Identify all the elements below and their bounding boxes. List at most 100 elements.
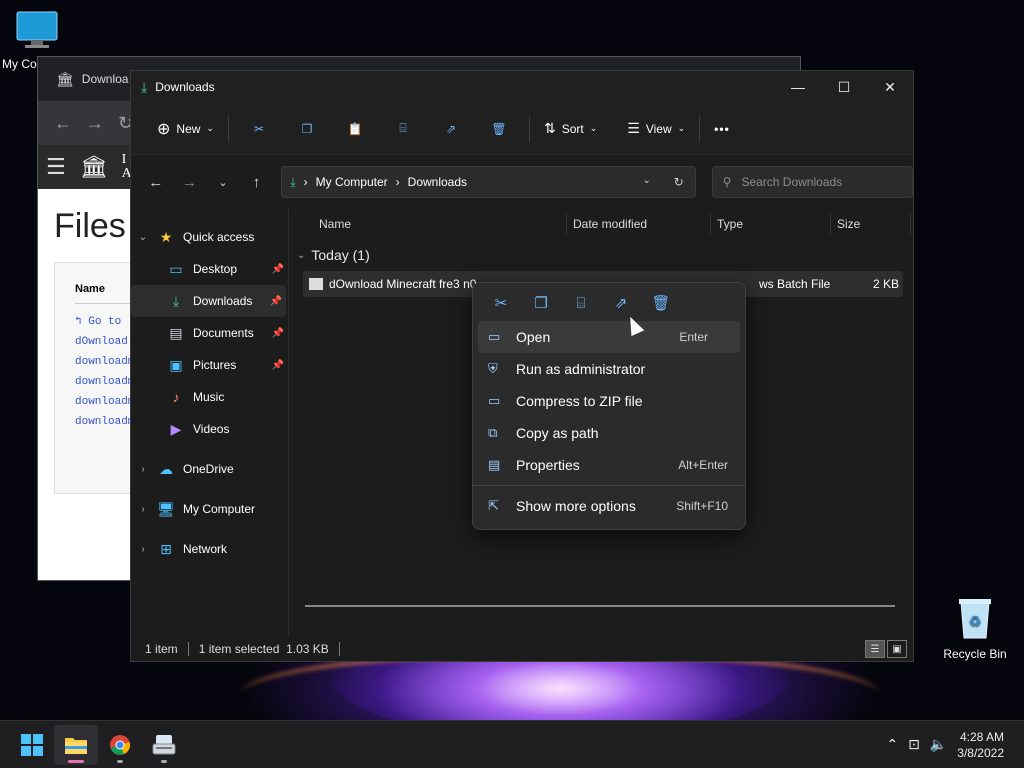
column-header-name[interactable]: Name [319, 213, 567, 235]
chevron-right-icon[interactable]: › [131, 464, 155, 475]
menu-item-shortcut: Shift+F10 [676, 499, 728, 513]
breadcrumb-my-computer[interactable]: My Computer [316, 175, 388, 189]
share-icon: ⇗ [445, 121, 456, 136]
rename-icon[interactable]: ⌸ [561, 295, 601, 312]
sidebar-item-my-computer[interactable]: › 🖥 My Computer [131, 493, 288, 525]
windows-logo-icon [21, 733, 43, 756]
more-options-icon: ⇱ [488, 498, 499, 513]
taskbar-notepad[interactable] [142, 725, 186, 765]
back-arrow-icon[interactable]: ← [54, 113, 72, 134]
refresh-icon[interactable]: ↻ [663, 175, 695, 189]
sidebar-item-music[interactable]: ♪ Music [131, 381, 288, 413]
status-divider [338, 642, 340, 656]
rename-icon: ⌸ [399, 121, 407, 135]
taskbar-file-explorer[interactable] [54, 724, 98, 765]
sidebar-item-documents[interactable]: ▤ Documents 📌 [131, 317, 288, 349]
more-dots-icon: ••• [714, 121, 730, 136]
column-headers: Name Date modified Type Size [289, 209, 913, 239]
explorer-titlebar[interactable]: ⤓ Downloads — ☐ ✕ [131, 71, 913, 103]
status-divider [187, 642, 189, 656]
hamburger-menu-icon[interactable]: ☰ [46, 154, 66, 180]
search-input[interactable]: ⚲ Search Downloads [711, 166, 913, 198]
browser-tab-title[interactable]: Downloa [82, 72, 129, 86]
copy-icon: ❐ [301, 121, 313, 136]
breadcrumb-downloads[interactable]: Downloads [408, 175, 467, 189]
context-menu-open[interactable]: ▭ Open Enter [478, 321, 740, 353]
copy-icon[interactable]: ❐ [521, 294, 561, 312]
menu-item-label: Run as administrator [516, 361, 646, 377]
volume-icon[interactable]: 🔈 [930, 736, 947, 753]
breadcrumb-separator-icon: › [395, 175, 400, 189]
maximize-button[interactable]: ☐ [821, 71, 867, 103]
tiles-view-icon[interactable]: ▣ [887, 640, 907, 658]
context-menu-compress-zip[interactable]: ▭ Compress to ZIP file [478, 385, 740, 417]
sidebar-item-desktop[interactable]: ▭ Desktop 📌 [131, 253, 288, 285]
forward-arrow-icon[interactable]: → [175, 167, 205, 197]
back-arrow-icon[interactable]: ← [141, 167, 171, 197]
minimize-button[interactable]: — [775, 71, 821, 103]
share-button[interactable]: ⇗ [427, 112, 475, 146]
sidebar-item-pictures[interactable]: ▣ Pictures 📌 [131, 349, 288, 381]
sidebar-item-label: Quick access [183, 230, 255, 244]
pin-icon: 📌 [269, 295, 282, 307]
sidebar-item-quick-access[interactable]: ⌄ ★ Quick access [131, 221, 288, 253]
address-bar[interactable]: ⤓ › My Computer › Downloads ⌄ ↻ [281, 166, 696, 198]
documents-folder-icon: ▤ [169, 324, 183, 341]
group-label: Today (1) [311, 247, 370, 263]
star-icon: ★ [159, 228, 173, 245]
new-button[interactable]: ⊕ New ⌄ [149, 113, 222, 145]
sidebar-item-label: Videos [193, 422, 230, 436]
group-header-today[interactable]: ⌄ Today (1) [297, 245, 913, 265]
rename-button[interactable]: ⌸ [379, 112, 427, 146]
view-button[interactable]: ☰ View ⌄ [619, 114, 693, 143]
context-menu-run-as-admin[interactable]: ⛨ Run as administrator [478, 353, 740, 385]
paste-button[interactable]: 📋 [331, 112, 379, 146]
cut-button[interactable]: ✂ [235, 112, 283, 146]
chevron-up-icon[interactable]: ⌃ [886, 736, 898, 753]
address-dropdown-icon[interactable]: ⌄ [631, 175, 663, 189]
start-button[interactable] [10, 725, 54, 765]
column-header-date[interactable]: Date modified [567, 213, 711, 235]
sort-button[interactable]: ⇅ Sort ⌄ [536, 114, 605, 143]
more-options-button[interactable]: ••• [706, 116, 738, 142]
desktop-icon-recycle-bin[interactable]: ♻ Recycle Bin [942, 596, 1008, 661]
network-status-icon[interactable]: ⊡ [908, 736, 920, 753]
context-menu-copy-path[interactable]: ⧉ Copy as path [478, 417, 740, 449]
sidebar-item-onedrive[interactable]: › ☁ OneDrive [131, 453, 288, 485]
chevron-right-icon[interactable]: › [131, 544, 155, 555]
clock[interactable]: 4:28 AM 3/8/2022 [957, 729, 1004, 761]
up-arrow-icon[interactable]: ↑ [242, 167, 272, 197]
recent-locations-icon[interactable]: ⌄ [208, 167, 238, 197]
sidebar-item-label: My Computer [183, 502, 256, 516]
desktop-icon-label: Recycle Bin [943, 647, 1007, 661]
delete-button[interactable]: 🗑 [475, 112, 523, 146]
scissors-icon[interactable]: ✂ [481, 294, 521, 312]
sidebar-item-label: OneDrive [183, 462, 234, 476]
context-menu-properties[interactable]: ▤ Properties Alt+Enter [478, 449, 740, 481]
pictures-folder-icon: ▣ [169, 356, 183, 373]
trash-icon[interactable]: 🗑 [641, 294, 681, 312]
column-header-size[interactable]: Size [831, 213, 911, 235]
chevron-down-icon[interactable]: ⌄ [131, 232, 155, 243]
forward-arrow-icon[interactable]: → [86, 113, 104, 134]
copy-path-icon: ⧉ [488, 425, 498, 440]
file-type: ws Batch File [759, 277, 831, 291]
shield-icon: ⛨ [488, 361, 498, 376]
column-header-type[interactable]: Type [711, 213, 831, 235]
sidebar-item-videos[interactable]: ▶ Videos [131, 413, 288, 445]
share-icon[interactable]: ⇗ [601, 294, 641, 312]
horizontal-scrollbar[interactable] [305, 605, 895, 607]
taskbar-chrome[interactable] [98, 725, 142, 765]
chevron-down-icon[interactable]: ⌄ [297, 250, 305, 261]
toolbar-separator [227, 115, 229, 142]
site-logo-icon[interactable]: 🏛 [80, 154, 108, 180]
computer-icon: 🖥 [157, 500, 175, 517]
copy-button[interactable]: ❐ [283, 112, 331, 146]
close-button[interactable]: ✕ [867, 71, 913, 103]
chevron-right-icon[interactable]: › [131, 504, 155, 515]
window-title: Downloads [155, 80, 215, 94]
sidebar-item-network[interactable]: › ⊞ Network [131, 533, 288, 565]
context-menu-show-more[interactable]: ⇱ Show more options Shift+F10 [478, 490, 740, 522]
details-view-icon[interactable]: ☰ [865, 640, 885, 658]
sidebar-item-downloads[interactable]: ⤓ Downloads 📌 [131, 285, 286, 317]
